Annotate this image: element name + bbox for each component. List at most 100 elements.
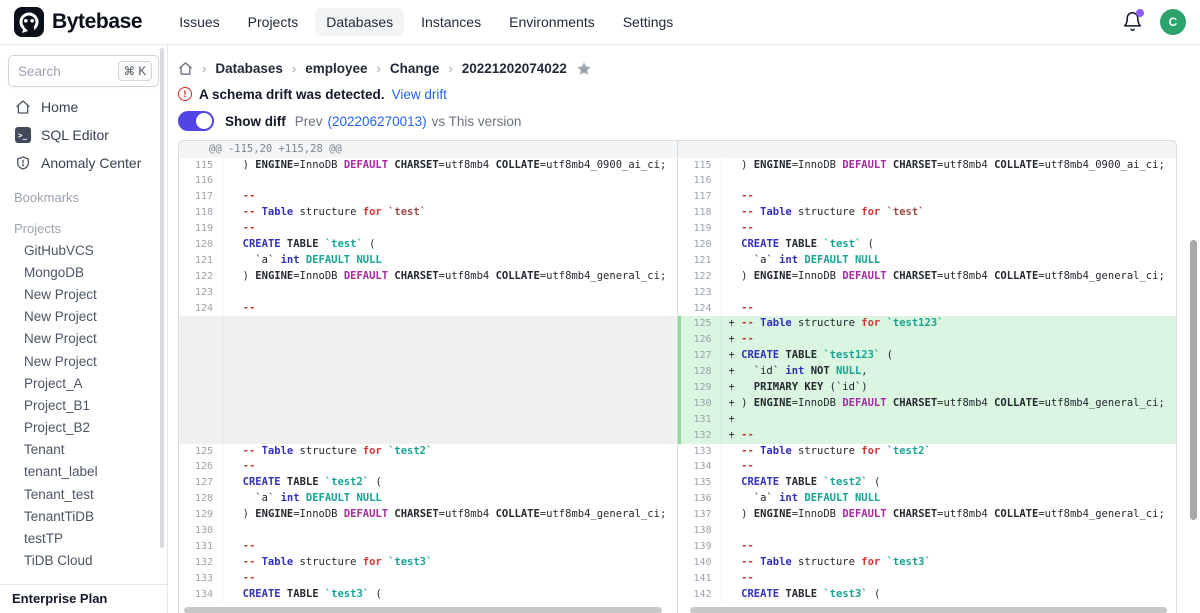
breadcrumb-separator: › — [377, 61, 381, 76]
line-number: 116 — [179, 173, 223, 189]
diff-line: 124 -- — [179, 301, 677, 317]
sidebar-project-item[interactable]: tenant_label — [0, 461, 167, 483]
line-number: 118 — [179, 205, 223, 221]
sidebar-project-item[interactable]: New Project — [0, 328, 167, 350]
nav-item-projects[interactable]: Projects — [237, 8, 310, 36]
diff-line: 135 CREATE TABLE `test2` ( — [678, 475, 1177, 491]
code-text: -- — [223, 221, 677, 237]
code-text — [223, 396, 677, 412]
line-number: 131 — [681, 412, 722, 428]
nav-item-instances[interactable]: Instances — [410, 8, 492, 36]
sidebar-item-sql-editor[interactable]: >_ SQL Editor — [0, 121, 167, 149]
sidebar-project-item[interactable]: TiDB Cloud — [0, 550, 167, 572]
page-vertical-scrollbar[interactable] — [1190, 240, 1197, 520]
sidebar-item-label: Home — [41, 99, 78, 115]
sidebar-project-item[interactable]: Project_B1 — [0, 394, 167, 416]
sidebar-project-item[interactable]: Project_B2 — [0, 417, 167, 439]
search-input[interactable] — [18, 64, 108, 79]
line-number: 116 — [678, 173, 722, 189]
sidebar-item-anomaly-center[interactable]: Anomaly Center — [0, 149, 167, 177]
code-text: + — [722, 412, 1177, 428]
line-number: 124 — [179, 301, 223, 317]
line-number: 122 — [678, 269, 722, 285]
line-number: 135 — [678, 475, 722, 491]
home-breadcrumb-icon[interactable] — [178, 61, 193, 76]
diff-gap-line — [179, 332, 677, 348]
line-number: 131 — [179, 539, 223, 555]
sidebar-project-item[interactable]: New Project — [0, 283, 167, 305]
sidebar-project-item[interactable]: New Project — [0, 306, 167, 328]
diff-gap-line — [179, 364, 677, 380]
diff-line: 128+ `id` int NOT NULL, — [678, 364, 1177, 380]
sidebar-section-bookmarks[interactable]: Bookmarks — [0, 190, 167, 208]
sidebar-project-item[interactable]: Tenant_test — [0, 483, 167, 505]
code-text: ) ENGINE=InnoDB DEFAULT CHARSET=utf8mb4 … — [722, 158, 1177, 174]
drift-warning-icon: ! — [178, 87, 192, 101]
line-number: 128 — [681, 364, 722, 380]
sidebar-project-item[interactable]: TenantTiDB — [0, 505, 167, 527]
sidebar-scrollbar[interactable] — [160, 48, 164, 548]
sidebar-project-item[interactable]: testTP — [0, 527, 167, 549]
diff-line: 115 ) ENGINE=InnoDB DEFAULT CHARSET=utf8… — [678, 158, 1177, 174]
notifications-button[interactable] — [1122, 11, 1144, 33]
plan-badge: Enterprise Plan — [0, 584, 167, 613]
notification-dot — [1136, 9, 1144, 17]
diff-gap-line — [179, 396, 677, 412]
diff-line: 131 -- — [179, 539, 677, 555]
code-text: -- — [223, 571, 677, 587]
avatar[interactable]: C — [1160, 9, 1186, 35]
code-text: + -- Table structure for `test123` — [722, 316, 1177, 332]
nav-item-settings[interactable]: Settings — [612, 8, 685, 36]
code-text: -- — [223, 539, 677, 555]
hunk-header — [678, 141, 1177, 158]
sidebar-project-item[interactable]: Tenant — [0, 439, 167, 461]
sidebar-item-label: Anomaly Center — [41, 155, 141, 171]
line-number: 115 — [678, 158, 722, 174]
diff-line: 116 — [678, 173, 1177, 189]
show-diff-label: Show diff — [225, 114, 286, 129]
line-number: 132 — [681, 428, 722, 444]
diff-line: 134 CREATE TABLE `test3` ( — [179, 587, 677, 603]
code-text: -- — [722, 221, 1177, 237]
line-number: 126 — [681, 332, 722, 348]
sidebar-project-item[interactable]: Project_A — [0, 372, 167, 394]
breadcrumb: ›Databases›employee›Change›2022120207402… — [178, 58, 1200, 79]
view-drift-link[interactable]: View drift — [392, 87, 447, 102]
sidebar-project-item[interactable]: GitHubVCS — [0, 239, 167, 261]
diff-line: 120 CREATE TABLE `test` ( — [179, 237, 677, 253]
left-horizontal-scrollbar[interactable] — [184, 607, 662, 613]
diff-gap-line — [179, 348, 677, 364]
right-horizontal-scrollbar[interactable] — [690, 607, 1168, 613]
line-number: 138 — [678, 523, 722, 539]
diff-line: 139 -- — [678, 539, 1177, 555]
nav-item-databases[interactable]: Databases — [315, 8, 404, 36]
code-text: `a` int DEFAULT NULL — [722, 491, 1177, 507]
line-number: 141 — [678, 571, 722, 587]
show-diff-toggle[interactable] — [178, 111, 214, 131]
code-text: CREATE TABLE `test3` ( — [722, 587, 1177, 603]
breadcrumb-item[interactable]: Change — [390, 61, 440, 76]
line-number: 125 — [179, 444, 223, 460]
breadcrumb-item[interactable]: 20221202074022 — [462, 61, 567, 76]
diff-line: 122 ) ENGINE=InnoDB DEFAULT CHARSET=utf8… — [179, 269, 677, 285]
nav-item-issues[interactable]: Issues — [168, 8, 230, 36]
code-text: CREATE TABLE `test3` ( — [223, 587, 677, 603]
brand[interactable]: Bytebase — [14, 7, 142, 37]
breadcrumb-item[interactable]: Databases — [215, 61, 283, 76]
hunk-header: @@ -115,20 +115,28 @@ — [179, 141, 677, 158]
breadcrumb-item[interactable]: employee — [305, 61, 367, 76]
code-text: -- Table structure for `test` — [722, 205, 1177, 221]
star-icon[interactable] — [576, 61, 592, 77]
nav-item-environments[interactable]: Environments — [498, 8, 606, 36]
sidebar-project-item[interactable]: New Project — [0, 350, 167, 372]
sidebar-project-item[interactable]: MongoDB — [0, 261, 167, 283]
line-number: 122 — [179, 269, 223, 285]
prev-version-link[interactable]: (202206270013) — [328, 114, 427, 129]
search-box[interactable]: ⌘ K — [8, 55, 159, 87]
sidebar-section-projects[interactable]: Projects — [0, 221, 167, 239]
sidebar-item-home[interactable]: Home — [0, 93, 167, 121]
terminal-icon: >_ — [14, 127, 31, 144]
code-text: ) ENGINE=InnoDB DEFAULT CHARSET=utf8mb4 … — [722, 507, 1177, 523]
line-number: 140 — [678, 555, 722, 571]
diff-line: 125 -- Table structure for `test2` — [179, 444, 677, 460]
